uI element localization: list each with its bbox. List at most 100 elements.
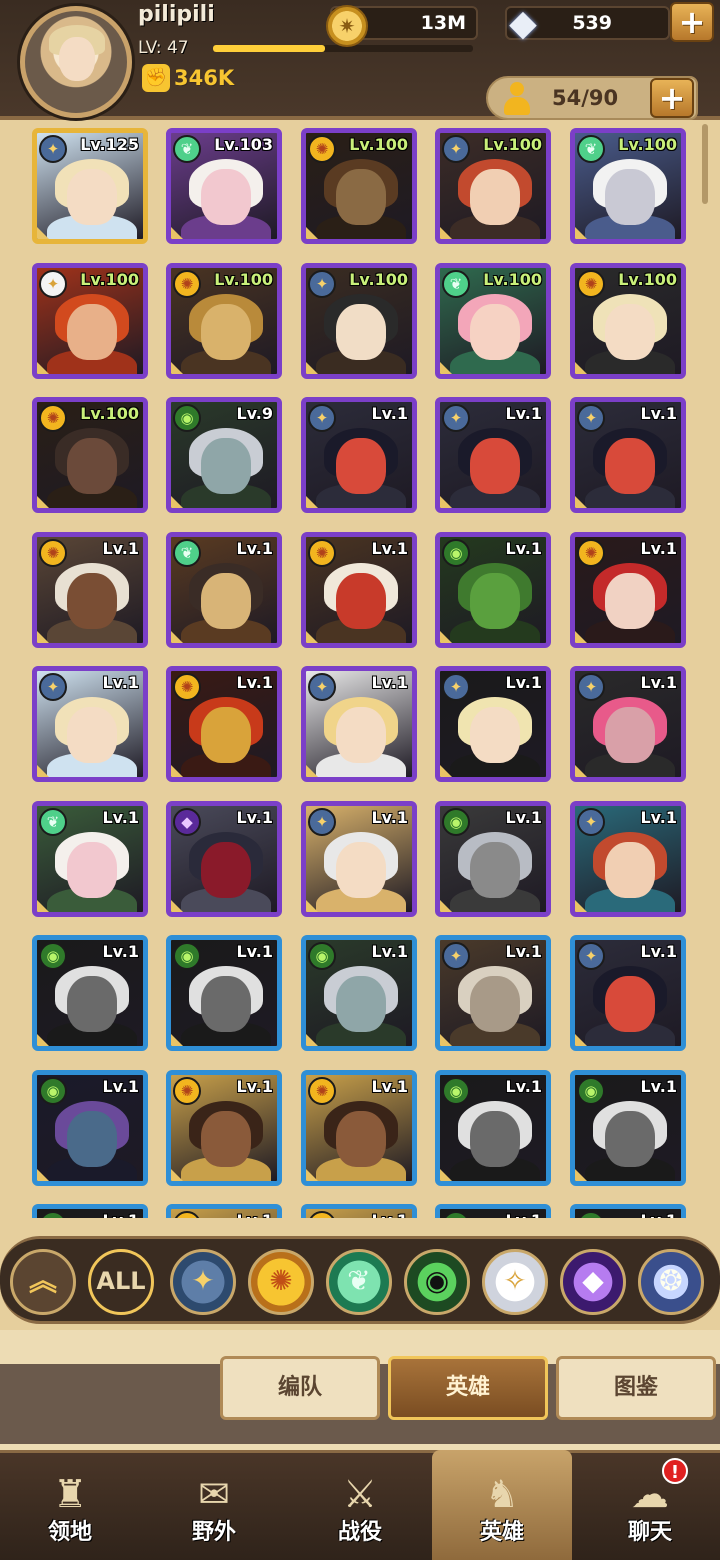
- hero-face: [201, 976, 251, 1032]
- hero-card[interactable]: ◉ Lv.9: [166, 397, 282, 513]
- hero-card[interactable]: ✦ Lv.1: [570, 397, 686, 513]
- tab-codex[interactable]: 图鉴: [556, 1356, 716, 1420]
- hero-card[interactable]: ◉Lv.1: [435, 1204, 551, 1218]
- mauler-faction-icon: ✺: [308, 1076, 336, 1105]
- tab-heroes[interactable]: 英雄: [388, 1356, 548, 1420]
- celestial-faction-icon: ✦: [577, 673, 605, 701]
- hero-face: [605, 438, 655, 494]
- hero-card[interactable]: ◉Lv.1: [435, 1069, 551, 1186]
- hero-card[interactable]: ✦ Lv.1: [301, 397, 417, 513]
- hero-face: [67, 438, 117, 494]
- hero-card[interactable]: ✺Lv.1: [570, 531, 686, 648]
- add-gems-button[interactable]: +: [670, 2, 714, 42]
- hero-level: Lv.1: [505, 538, 542, 558]
- frame-corner-ornament: [37, 765, 49, 777]
- hero-card[interactable]: ◉Lv.1: [570, 1204, 686, 1218]
- expand-hero-slots-button[interactable]: +: [650, 78, 694, 118]
- frame-corner-ornament: [171, 361, 183, 374]
- nav-chat[interactable]: ☁ ! 聊天: [580, 1450, 720, 1560]
- tab-formation[interactable]: 编队: [220, 1356, 380, 1420]
- frame-corner-ornament: [575, 630, 587, 643]
- hero-card[interactable]: ✺ Lv.100: [301, 128, 417, 244]
- hero-card[interactable]: ✦ Lv.125: [32, 128, 148, 244]
- filter-wilder-icon[interactable]: ❦: [326, 1249, 392, 1315]
- hero-face: [470, 707, 520, 763]
- hero-card[interactable]: ◉Lv.1: [166, 935, 282, 1051]
- hero-card[interactable]: ✦ Lv.1: [570, 666, 686, 782]
- filter-dimensional-icon[interactable]: ❂: [638, 1249, 704, 1315]
- hero-card[interactable]: ◉Lv.1: [435, 800, 551, 917]
- frame-corner-ornament: [440, 1168, 452, 1181]
- hero-face: [605, 169, 655, 225]
- hero-card[interactable]: ✦ Lv.1: [570, 935, 686, 1051]
- hero-card[interactable]: ✺Lv.1: [32, 531, 148, 648]
- graveborn-faction-icon: ◉: [39, 1076, 67, 1105]
- hero-level: Lv.1: [640, 673, 677, 692]
- hero-card[interactable]: ✺Lv.1: [166, 1069, 282, 1186]
- hero-card[interactable]: ◉Lv.1: [32, 935, 148, 1051]
- nav-campaign[interactable]: ⚔ 战役: [290, 1450, 430, 1560]
- hero-card[interactable]: ✺Lv.1: [166, 666, 282, 782]
- player-avatar[interactable]: [20, 6, 132, 118]
- hero-card[interactable]: ❦ Lv.100: [570, 128, 686, 244]
- hero-card[interactable]: ✦ Lv.100: [32, 262, 148, 379]
- mauler-faction-icon: ✺: [39, 538, 67, 567]
- hero-card[interactable]: ✦ Lv.1: [570, 800, 686, 917]
- nav-label: 英雄: [479, 1520, 524, 1545]
- filter-all-button[interactable]: ALL: [88, 1249, 154, 1315]
- frame-corner-ornament: [37, 1168, 49, 1181]
- hero-face: [67, 976, 117, 1032]
- hero-card[interactable]: ✺Lv.1: [301, 1204, 417, 1218]
- hero-face: [67, 169, 117, 225]
- nav-wild[interactable]: ✉ 野外: [144, 1450, 284, 1560]
- hero-grid-scrollbar[interactable]: [702, 124, 708, 204]
- hero-card[interactable]: ◉Lv.1: [570, 1069, 686, 1186]
- hero-level: Lv.1: [640, 538, 677, 558]
- filter-hypogean-icon[interactable]: ◆: [560, 1249, 626, 1315]
- graveborn-faction-icon: ◉: [577, 1076, 605, 1105]
- hero-card[interactable]: ✺Lv.1: [301, 531, 417, 648]
- hero-card[interactable]: ✦ Lv.100: [435, 128, 551, 244]
- hero-card[interactable]: ❦ Lv.1: [166, 531, 282, 648]
- celestial-faction-icon: ✦: [442, 404, 470, 432]
- hero-face: [67, 707, 117, 763]
- hero-card[interactable]: ✺ Lv.100: [32, 397, 148, 513]
- hero-card[interactable]: ✦ Lv.1: [301, 666, 417, 782]
- filter-lightbearer-icon[interactable]: ✧: [482, 1249, 548, 1315]
- nav-territory[interactable]: ♜ 领地: [0, 1450, 140, 1560]
- hero-face: [605, 1110, 655, 1167]
- hero-face: [470, 976, 520, 1032]
- celestial-faction-icon: ✦: [442, 135, 470, 163]
- filter-graveborn-icon[interactable]: ◉: [404, 1249, 470, 1315]
- hero-card[interactable]: ❦ Lv.1: [32, 800, 148, 917]
- hero-card[interactable]: ✦ Lv.1: [32, 666, 148, 782]
- filter-mauler-icon[interactable]: ✺: [248, 1249, 314, 1315]
- hero-card[interactable]: ✦ Lv.100: [301, 262, 417, 379]
- hero-card[interactable]: ✺Lv.1: [301, 1069, 417, 1186]
- mauler-faction-icon: ✺: [173, 269, 201, 298]
- hero-card[interactable]: ❦ Lv.103: [166, 128, 282, 244]
- hero-card[interactable]: ◉Lv.1: [435, 531, 551, 648]
- wilder-faction-icon: ❦: [173, 135, 201, 163]
- hero-card[interactable]: ✺ Lv.100: [166, 262, 282, 379]
- hero-card[interactable]: ✺Lv.1: [166, 1204, 282, 1218]
- filter-celestial-icon[interactable]: ✦: [170, 1249, 236, 1315]
- hero-card[interactable]: ✦ Lv.1: [435, 935, 551, 1051]
- hero-card[interactable]: ◆ Lv.1: [166, 800, 282, 917]
- hero-card[interactable]: ✺ Lv.100: [570, 262, 686, 379]
- hero-card[interactable]: ◉Lv.1: [32, 1204, 148, 1218]
- hero-card[interactable]: ◉Lv.1: [301, 935, 417, 1051]
- hero-level: Lv.100: [349, 269, 408, 289]
- hero-face: [605, 707, 655, 763]
- frame-corner-ornament: [37, 899, 49, 912]
- collapse-filter-button[interactable]: ︽: [10, 1249, 76, 1315]
- graveborn-faction-icon: ◉: [39, 942, 67, 970]
- frame-corner-ornament: [37, 227, 49, 239]
- hero-card[interactable]: ✦ Lv.1: [435, 666, 551, 782]
- hero-face: [605, 303, 655, 360]
- nav-heroes[interactable]: ♞ 英雄: [432, 1450, 572, 1560]
- hero-card[interactable]: ◉Lv.1: [32, 1069, 148, 1186]
- hero-card[interactable]: ✦ Lv.1: [301, 800, 417, 917]
- hero-card[interactable]: ❦ Lv.100: [435, 262, 551, 379]
- hero-card[interactable]: ✦ Lv.1: [435, 397, 551, 513]
